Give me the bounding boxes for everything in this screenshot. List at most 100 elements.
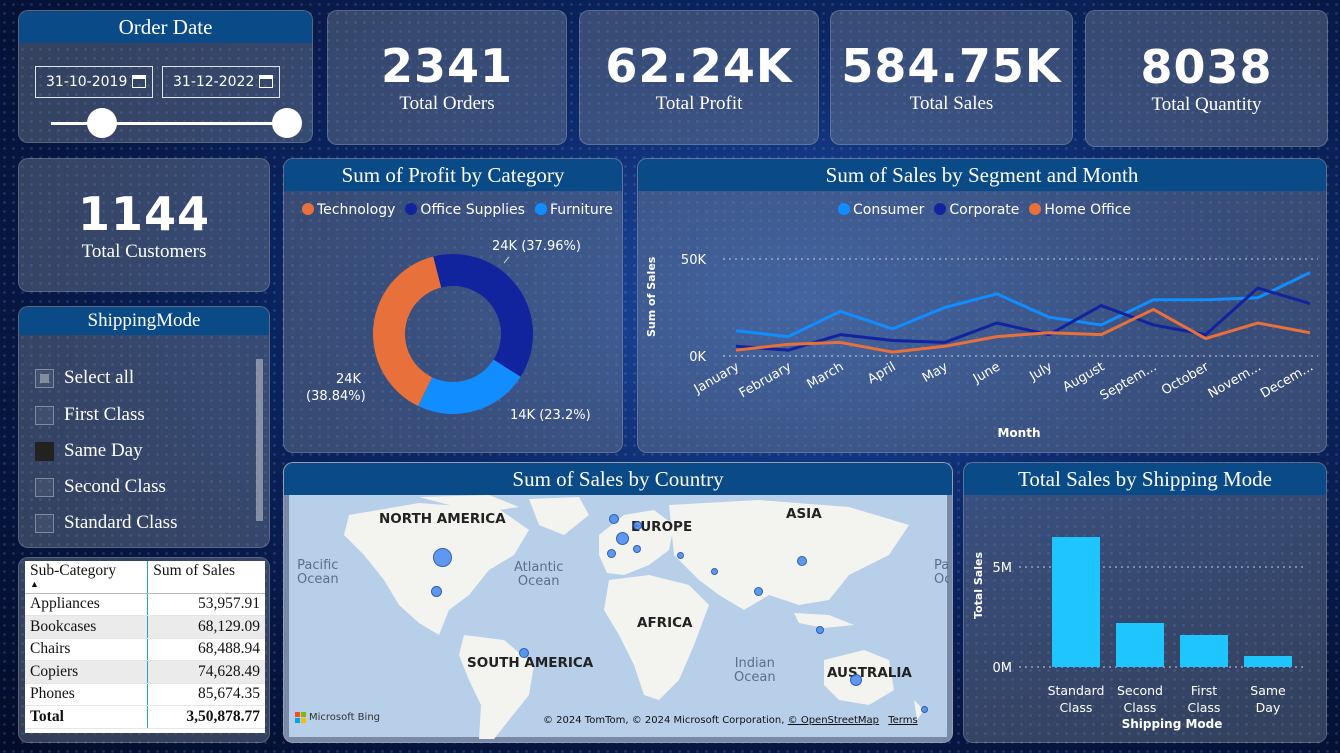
bar-second-class[interactable]: [1116, 623, 1164, 667]
kpi-value: 1144: [77, 187, 211, 241]
table-row: Phones 85,674.35: [25, 683, 265, 706]
x-tick-label: October: [1159, 359, 1212, 398]
world-map[interactable]: NORTH AMERICA EUROPE ASIA AFRICA SOUTH A…: [289, 495, 949, 739]
line-series-home-office[interactable]: [735, 307, 1311, 354]
continent-label-africa: AFRICA: [637, 615, 693, 631]
start-date-input[interactable]: 31-10-2019: [35, 66, 153, 98]
map-bubble-mexico[interactable]: [431, 586, 442, 597]
shipping-option-same-day[interactable]: Same Day: [35, 440, 143, 462]
map-bubble-usa[interactable]: [433, 548, 452, 567]
ocean-label-pacific: Pacific Ocean: [297, 558, 339, 587]
bar-first-class[interactable]: [1180, 635, 1228, 667]
map-bubble-spain[interactable]: [607, 549, 616, 558]
calendar-icon[interactable]: [132, 75, 146, 88]
bar-standard-class[interactable]: [1052, 537, 1100, 667]
date-slider-start-handle[interactable]: [87, 108, 117, 138]
calendar-icon[interactable]: [259, 75, 273, 88]
end-date-value: 31-12-2022: [173, 74, 255, 90]
table-row: Copiers 74,628.49: [25, 660, 265, 684]
checkbox-icon[interactable]: [35, 477, 54, 497]
map-bubble-italy[interactable]: [633, 545, 641, 553]
map-bubble-indonesia[interactable]: [816, 626, 824, 634]
kpi-label: Total Quantity: [1151, 94, 1262, 115]
bar-same-day[interactable]: [1244, 656, 1292, 667]
data-label-technology-percent: (38.84%): [306, 389, 366, 404]
x-tick-label: Class: [1060, 700, 1093, 715]
data-label-office-supplies: 24K (37.96%): [492, 239, 581, 254]
donut-chart[interactable]: 24K (37.96%) 24K (38.84%) 14K (23.2%): [284, 159, 623, 453]
map-bubble-germany[interactable]: [633, 521, 642, 530]
label-leader-line: [503, 256, 510, 264]
microsoft-logo-icon: [295, 712, 306, 723]
start-date-value: 31-10-2019: [46, 74, 128, 90]
shipping-option-second-class[interactable]: Second Class: [35, 476, 166, 498]
map-bubble-egypt[interactable]: [711, 568, 718, 575]
line-series-consumer[interactable]: [735, 271, 1311, 339]
x-tick-label: Decem...: [1258, 359, 1316, 401]
date-slider-end-handle[interactable]: [272, 108, 302, 138]
checkbox-icon[interactable]: [35, 405, 54, 425]
shipping-mode-sales-panel: Total Sales by Shipping Mode 5M 0M Total…: [963, 462, 1327, 743]
date-slider-start-fill: [51, 122, 91, 125]
table-cell: Bookcases: [25, 615, 148, 639]
map-bubble-uk[interactable]: [609, 514, 619, 524]
donut-slice-furniture[interactable]: [418, 359, 521, 414]
kpi-label: Total Profit: [655, 93, 743, 114]
checkbox-icon[interactable]: [35, 441, 54, 461]
kpi-label: Total Sales: [909, 93, 994, 114]
slicer-scrollbar[interactable]: [256, 359, 263, 521]
donut-slice-office-supplies[interactable]: [433, 254, 533, 377]
table-cell: Total: [25, 705, 148, 729]
ocean-label-atlantic: Atlantic Ocean: [514, 560, 564, 589]
order-date-slicer: Order Date 31-10-2019 31-12-2022: [18, 10, 313, 143]
x-axis-title: Shipping Mode: [1122, 717, 1223, 731]
shipping-option-standard-class[interactable]: Standard Class: [35, 512, 177, 534]
x-tick-label: July: [1026, 359, 1055, 384]
shipping-option-first-class[interactable]: First Class: [35, 404, 145, 426]
profit-by-category-panel: Sum of Profit by Category Technology Off…: [283, 158, 623, 453]
table-row: Bookcases 68,129.09: [25, 615, 265, 639]
y-tick-label-50k: 50K: [681, 253, 707, 268]
x-tick-label: Same: [1250, 683, 1286, 698]
terms-link[interactable]: Terms: [888, 715, 917, 726]
data-label-technology-value: 24K: [336, 372, 362, 387]
bar-chart[interactable]: 5M 0M Total Sales Shipping Mode Standard…: [964, 463, 1327, 743]
sales-segment-month-panel: Sum of Sales by Segment and Month Consum…: [637, 158, 1327, 453]
map-bubble-france[interactable]: [616, 532, 629, 545]
table-cell: Phones: [25, 683, 148, 706]
x-tick-label: Novem...: [1206, 359, 1264, 401]
continent-label-australia: AUSTRALIA: [827, 665, 912, 681]
continent-label-south-america: SOUTH AMERICA: [467, 655, 594, 671]
bing-logo: Microsoft Bing: [295, 712, 380, 723]
ocean-label-pacific-edge: PacOce: [934, 559, 949, 587]
x-tick-label: Day: [1256, 700, 1281, 715]
map-bubble-brazil[interactable]: [519, 648, 529, 658]
checkbox-icon[interactable]: [35, 368, 54, 388]
table-cell: 3,50,878.77: [147, 705, 265, 729]
x-tick-label: January: [691, 359, 742, 397]
checkbox-icon[interactable]: [35, 513, 54, 533]
map-bubble-china[interactable]: [797, 556, 807, 566]
subcategory-table: Sub-Category ▲ Sum of Sales Appliances 53…: [25, 561, 265, 729]
table-cell: 68,129.09: [147, 615, 265, 639]
column-header-sum-of-sales[interactable]: Sum of Sales: [147, 561, 265, 594]
kpi-value: 62.24K: [605, 39, 793, 93]
x-tick-label: Class: [1188, 700, 1221, 715]
map-bubble-australia[interactable]: [850, 674, 862, 686]
end-date-input[interactable]: 31-12-2022: [162, 66, 280, 98]
ocean-label-indian: Indian Ocean: [734, 656, 776, 685]
kpi-value: 584.75K: [841, 39, 1062, 93]
option-label: Standard Class: [64, 512, 178, 533]
line-chart[interactable]: 50K 0K Sum of Sales Month JanuaryFebruar…: [638, 159, 1327, 453]
column-header-subcategory[interactable]: Sub-Category ▲: [25, 561, 148, 594]
sales-by-country-panel: Sum of Sales by Country NORTH AMERICA EU…: [283, 462, 953, 743]
map-bubble-turkey[interactable]: [677, 552, 684, 559]
x-tick-label: Septem...: [1098, 359, 1160, 403]
openstreetmap-link[interactable]: © OpenStreetMap: [788, 715, 879, 726]
map-bubble-india[interactable]: [754, 587, 763, 596]
shipping-option-select-all[interactable]: Select all: [35, 367, 134, 389]
kpi-card-total-orders: 2341 Total Orders: [327, 10, 567, 145]
x-tick-label: June: [970, 359, 1003, 387]
map-bubble-new-zealand[interactable]: [921, 706, 928, 713]
kpi-card-total-customers: 1144 Total Customers: [18, 158, 270, 292]
